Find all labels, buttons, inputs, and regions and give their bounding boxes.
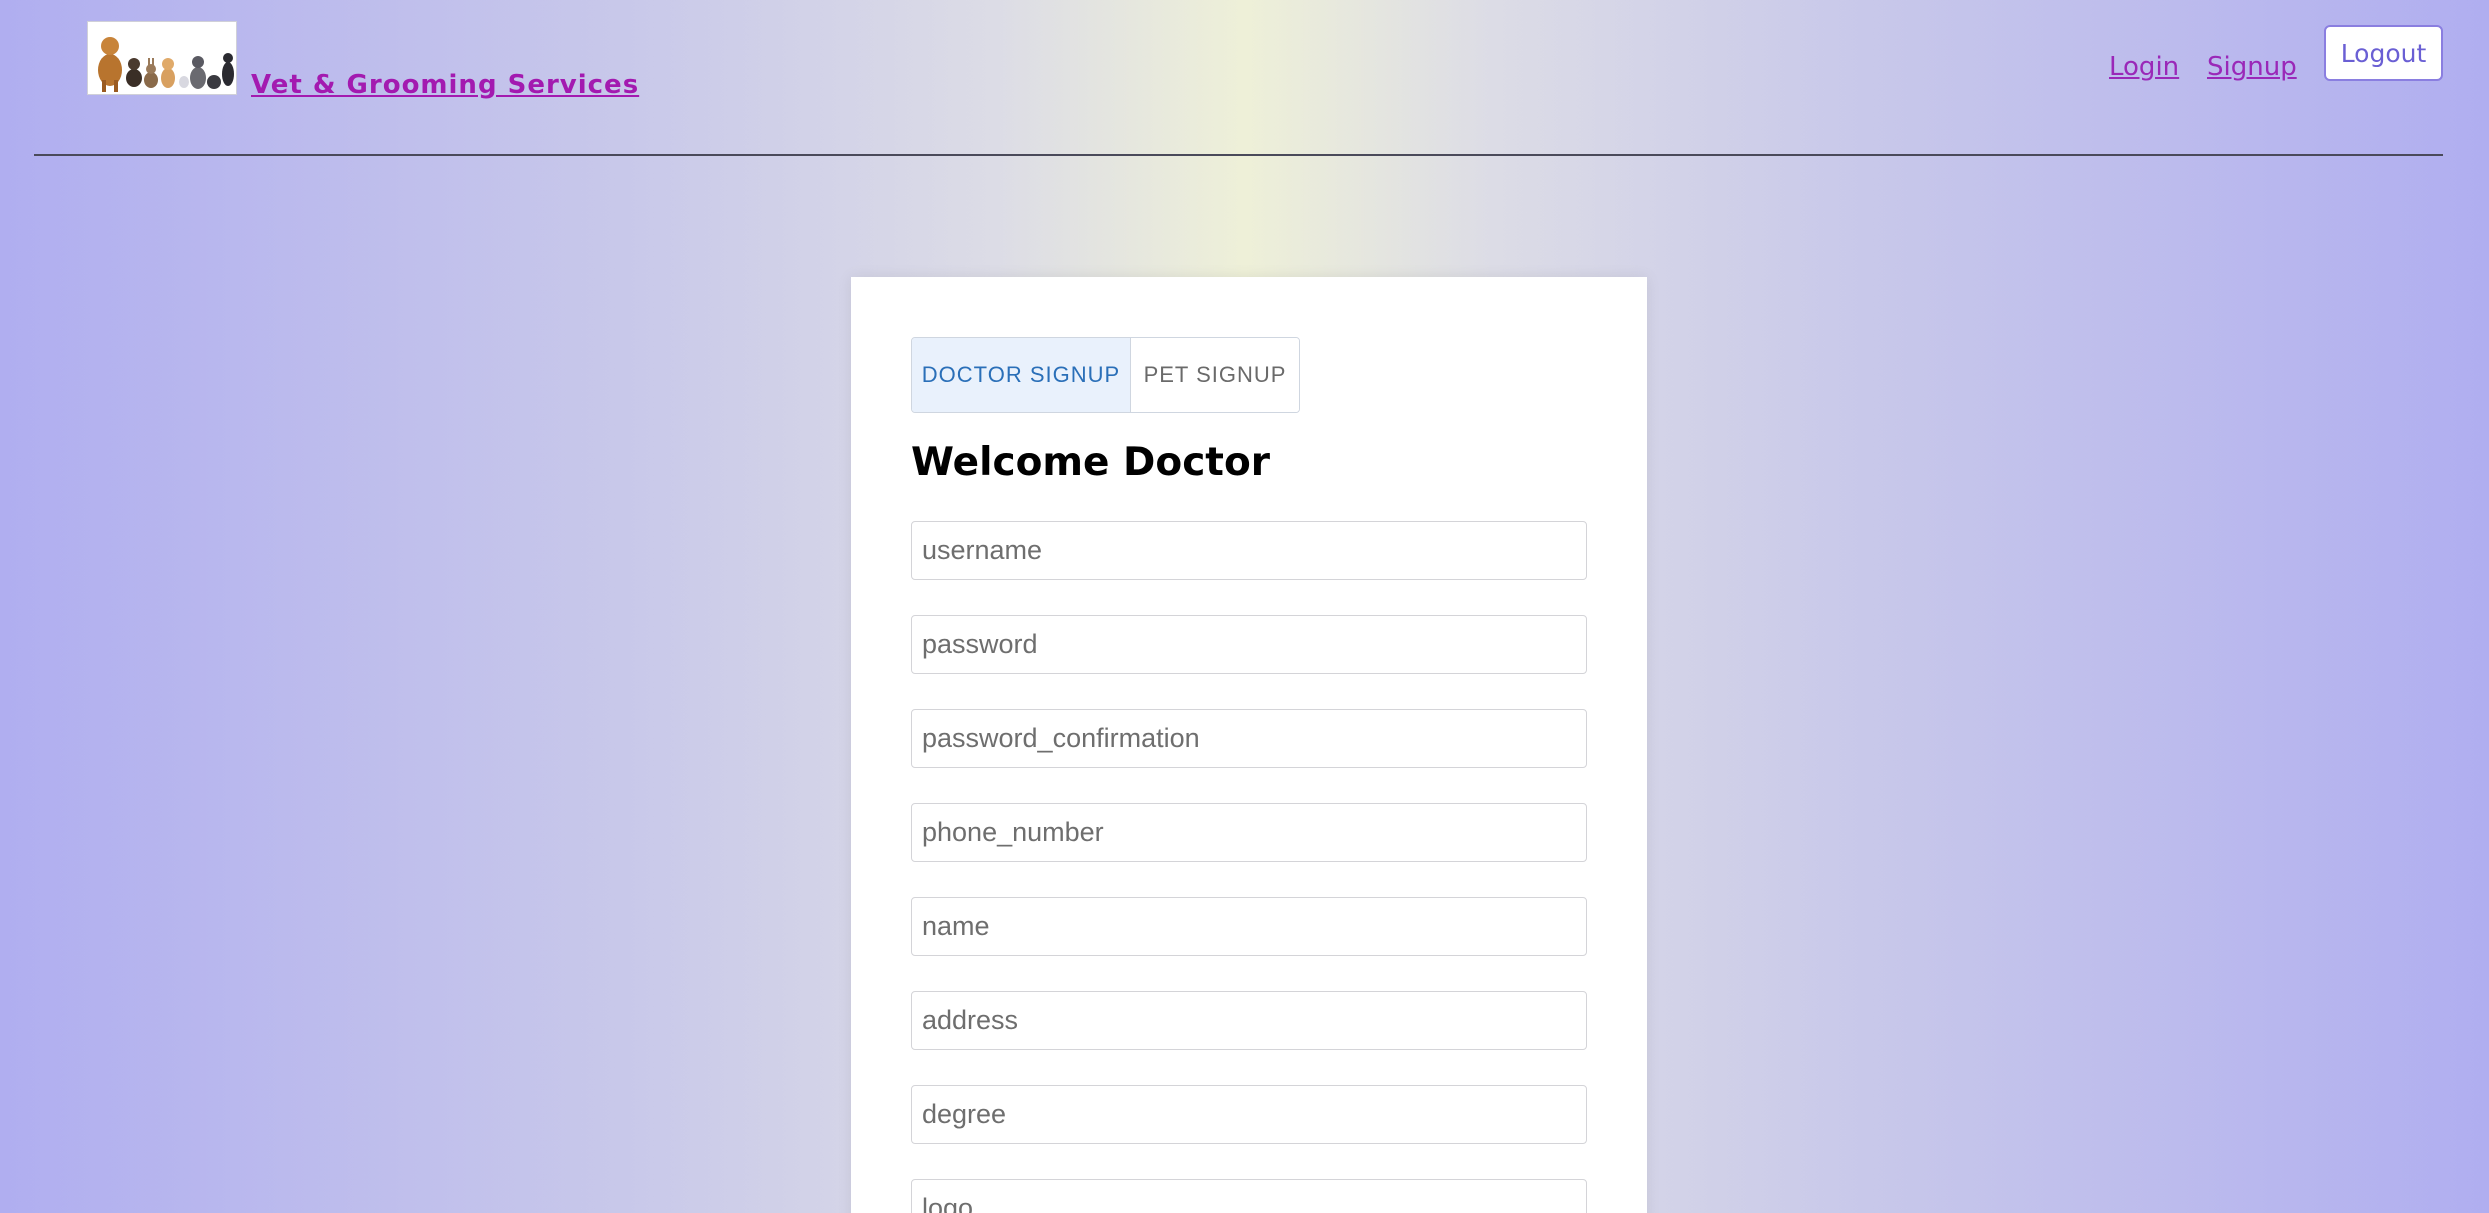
password-field[interactable] <box>911 615 1587 674</box>
pets-illustration-icon <box>88 22 236 94</box>
name-field[interactable] <box>911 897 1587 956</box>
logout-button[interactable]: Logout <box>2324 25 2443 81</box>
page-title: Welcome Doctor <box>911 440 1270 485</box>
tab-pet-signup[interactable]: PET SIGNUP <box>1131 338 1299 412</box>
header-divider <box>34 154 2443 156</box>
degree-field[interactable] <box>911 1085 1587 1144</box>
password-confirmation-field[interactable] <box>911 709 1587 768</box>
login-link[interactable]: Login <box>2109 52 2179 82</box>
tab-doctor-signup[interactable]: DOCTOR SIGNUP <box>912 338 1131 412</box>
phone-number-field[interactable] <box>911 803 1587 862</box>
site-header: Vet & Grooming Services Login Signup Log… <box>0 0 2489 156</box>
logo-field[interactable] <box>911 1179 1587 1213</box>
signup-link[interactable]: Signup <box>2207 52 2297 82</box>
pets-logo-image[interactable] <box>87 21 237 95</box>
signup-tabs: DOCTOR SIGNUP PET SIGNUP <box>911 337 1300 413</box>
address-field[interactable] <box>911 991 1587 1050</box>
brand-link[interactable]: Vet & Grooming Services <box>251 70 639 100</box>
username-field[interactable] <box>911 521 1587 580</box>
signup-card: DOCTOR SIGNUP PET SIGNUP Welcome Doctor <box>851 277 1647 1213</box>
